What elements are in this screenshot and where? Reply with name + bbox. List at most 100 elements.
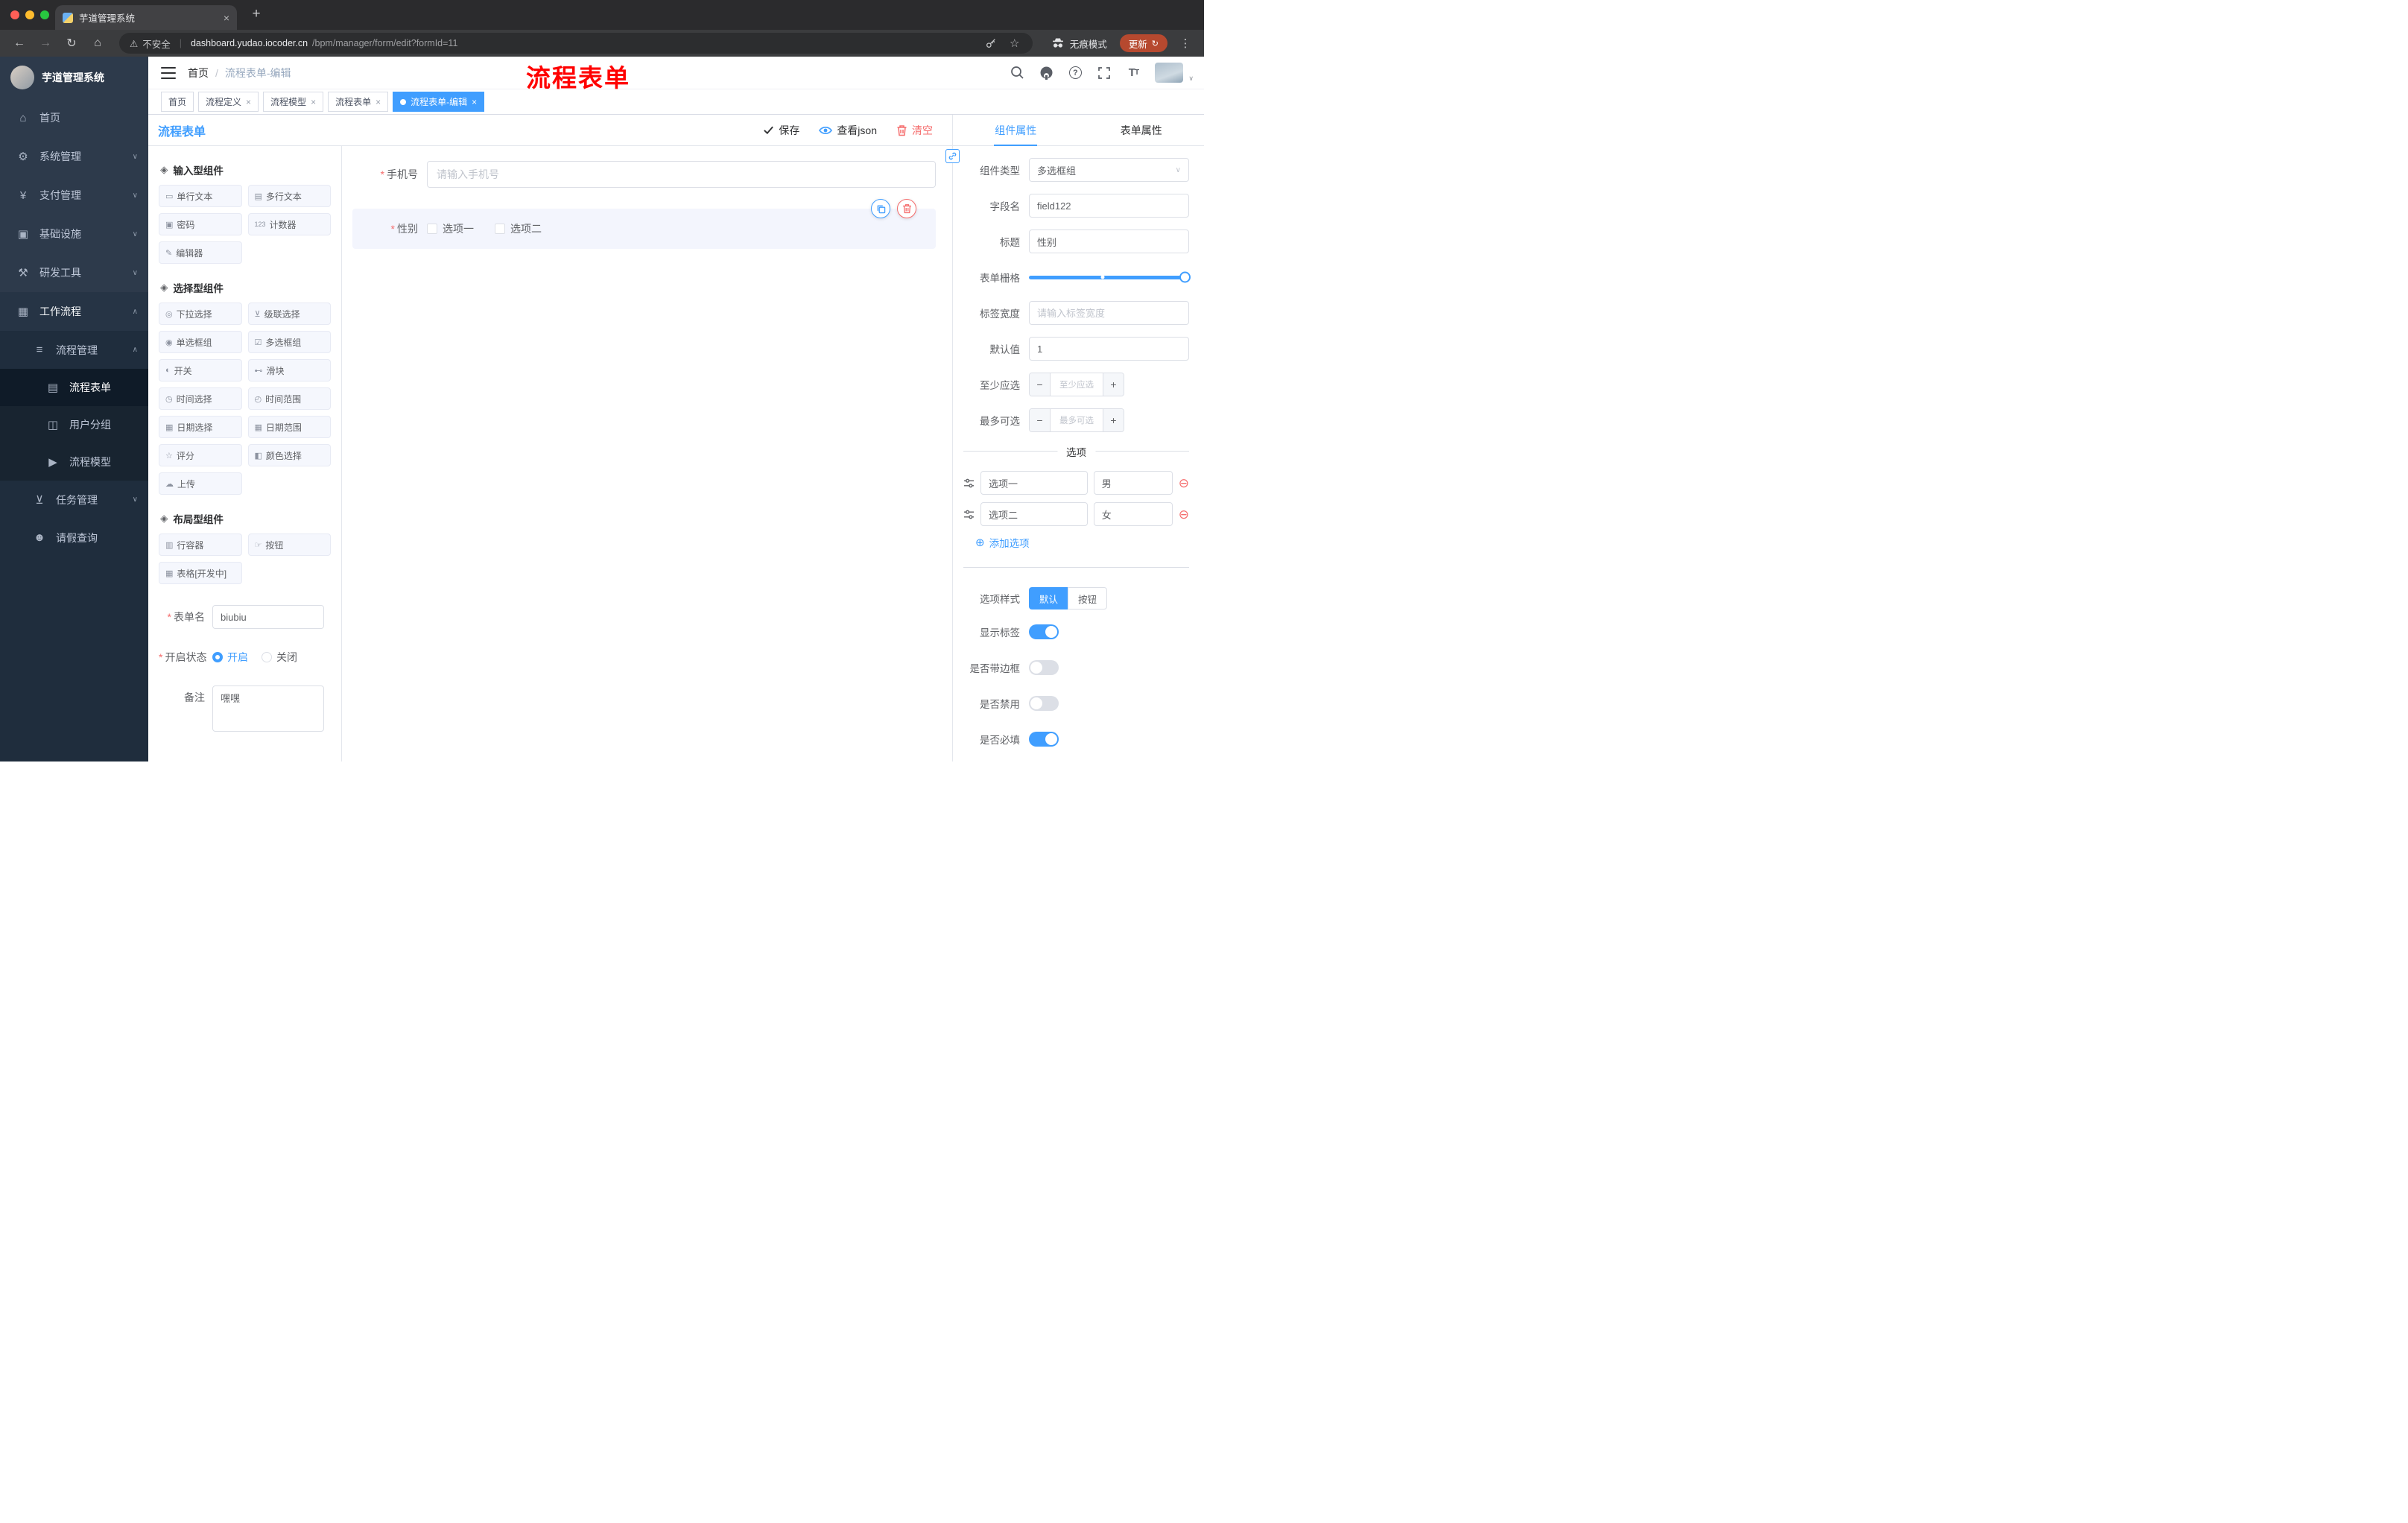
- component-type-select[interactable]: 多选框组 ∨: [1029, 158, 1189, 182]
- sidebar-item-infra[interactable]: ▣ 基础设施 ∨: [0, 215, 148, 253]
- checkbox-box[interactable]: [495, 224, 505, 234]
- palette-item-radio-group[interactable]: ◉ 单选框组: [159, 331, 242, 353]
- form-name-input[interactable]: [212, 605, 324, 629]
- zoom-window-button[interactable]: [40, 10, 49, 19]
- palette-item-dropdown[interactable]: ◎ 下拉选择: [159, 303, 242, 325]
- grid-slider[interactable]: [1029, 265, 1191, 289]
- delete-field-button[interactable]: [897, 199, 916, 218]
- minimize-window-button[interactable]: [25, 10, 34, 19]
- tag-close-icon[interactable]: ×: [472, 97, 477, 107]
- palette-item-upload[interactable]: ☁ 上传: [159, 472, 242, 495]
- minus-button[interactable]: −: [1030, 409, 1051, 431]
- update-button[interactable]: 更新 ↻: [1119, 34, 1167, 52]
- sidebar-item-devtools[interactable]: ⚒ 研发工具 ∨: [0, 253, 148, 292]
- new-tab-button[interactable]: +: [246, 6, 267, 22]
- palette-item-table[interactable]: ▦ 表格[开发中]: [159, 562, 242, 584]
- border-toggle[interactable]: [1029, 660, 1059, 675]
- save-button[interactable]: 保存: [763, 123, 799, 138]
- option-2-name-input[interactable]: [980, 502, 1088, 526]
- disabled-toggle[interactable]: [1029, 696, 1059, 711]
- copy-field-button[interactable]: [871, 199, 890, 218]
- sidebar-item-user-group[interactable]: ◫ 用户分组: [0, 406, 148, 443]
- max-select-value[interactable]: 最多可选: [1051, 409, 1103, 431]
- tag-process-form-edit[interactable]: 流程表单-编辑 ×: [393, 92, 485, 112]
- min-select-value[interactable]: 至少应选: [1051, 373, 1103, 396]
- palette-item-rating[interactable]: ☆ 评分: [159, 444, 242, 466]
- gender-option-1-checkbox[interactable]: 选项一: [427, 221, 474, 236]
- security-label[interactable]: 不安全: [142, 37, 171, 51]
- palette-item-button[interactable]: ☞ 按钮: [247, 533, 331, 556]
- required-toggle[interactable]: [1029, 732, 1059, 747]
- tag-process-model[interactable]: 流程模型 ×: [263, 92, 324, 112]
- form-remark-textarea[interactable]: 嘿嘿: [212, 685, 324, 732]
- plus-button[interactable]: +: [1103, 409, 1124, 431]
- show-label-toggle[interactable]: [1029, 624, 1059, 639]
- palette-item-time-range[interactable]: ◴ 时间范围: [247, 387, 331, 410]
- remove-option-icon[interactable]: ⊖: [1179, 508, 1189, 521]
- browser-tab[interactable]: 芋道管理系统 ×: [55, 5, 237, 30]
- link-icon[interactable]: [945, 149, 960, 163]
- fullscreen-icon[interactable]: [1097, 66, 1112, 80]
- search-icon[interactable]: [1010, 66, 1024, 80]
- sidebar-item-leave-query[interactable]: ☻ 请假查询: [0, 519, 148, 557]
- tag-process-definition[interactable]: 流程定义 ×: [198, 92, 259, 112]
- status-on-radio[interactable]: 开启: [212, 650, 248, 665]
- sidebar-item-process-model[interactable]: ▶ 流程模型: [0, 443, 148, 481]
- status-off-radio[interactable]: 关闭: [262, 650, 297, 665]
- slider-handle[interactable]: [1179, 271, 1191, 283]
- sidebar-item-home[interactable]: ⌂ 首页: [0, 98, 148, 137]
- palette-item-multi-text[interactable]: ▤ 多行文本: [247, 185, 331, 207]
- palette-item-date-picker[interactable]: ▦ 日期选择: [159, 416, 242, 438]
- tag-close-icon[interactable]: ×: [311, 97, 316, 107]
- tag-home[interactable]: 首页: [161, 92, 194, 112]
- avatar[interactable]: [1155, 63, 1184, 83]
- canvas-field-gender-selected[interactable]: 性别 选项一 选项二: [352, 199, 936, 249]
- tab-close-icon[interactable]: ×: [224, 12, 229, 24]
- palette-item-checkbox-group[interactable]: ☑ 多选框组: [247, 331, 331, 353]
- tag-close-icon[interactable]: ×: [246, 97, 251, 107]
- help-icon[interactable]: ?: [1068, 66, 1083, 80]
- label-width-input[interactable]: [1029, 301, 1189, 325]
- tab-component-props[interactable]: 组件属性: [953, 115, 1079, 145]
- field-name-input[interactable]: [1029, 194, 1189, 218]
- reload-icon[interactable]: ↻: [61, 33, 82, 54]
- gender-option-2-checkbox[interactable]: 选项二: [495, 221, 542, 236]
- add-option-button[interactable]: ⊕ 添加选项: [975, 535, 1189, 550]
- clear-button[interactable]: 清空: [896, 123, 933, 138]
- tag-process-form[interactable]: 流程表单 ×: [328, 92, 389, 112]
- checkbox-box[interactable]: [427, 224, 437, 234]
- option-1-name-input[interactable]: [980, 471, 1088, 495]
- palette-item-single-text[interactable]: ▭ 单行文本: [159, 185, 242, 207]
- default-value-input[interactable]: [1029, 337, 1189, 361]
- tab-form-props[interactable]: 表单属性: [1079, 115, 1205, 145]
- palette-item-password[interactable]: ▣ 密码: [159, 213, 242, 235]
- palette-item-editor[interactable]: ✎ 编辑器: [159, 241, 242, 264]
- bookmark-star-icon[interactable]: ☆: [1007, 36, 1022, 51]
- breadcrumb-home[interactable]: 首页: [188, 66, 209, 80]
- browser-menu-icon[interactable]: ⋮: [1179, 37, 1192, 50]
- palette-item-counter[interactable]: 123 计数器: [247, 213, 331, 235]
- sidebar-item-process-mgmt[interactable]: ≡ 流程管理 ∧: [0, 331, 148, 369]
- font-size-icon[interactable]: TT: [1126, 66, 1141, 80]
- palette-item-slider[interactable]: ⊷ 滑块: [247, 359, 331, 381]
- style-button-button[interactable]: 按钮: [1068, 587, 1108, 609]
- remove-option-icon[interactable]: ⊖: [1179, 477, 1189, 490]
- sidebar-item-system[interactable]: ⚙ 系统管理 ∨: [0, 137, 148, 176]
- style-default-button[interactable]: 默认: [1029, 587, 1068, 609]
- plus-button[interactable]: +: [1103, 373, 1124, 396]
- palette-item-row-container[interactable]: ▥ 行容器: [159, 533, 242, 556]
- sidebar-item-workflow[interactable]: ▦ 工作流程 ∧: [0, 292, 148, 331]
- sidebar-item-task-mgmt[interactable]: ⊻ 任务管理 ∨: [0, 481, 148, 519]
- title-input[interactable]: [1029, 229, 1189, 253]
- back-icon[interactable]: ←: [9, 33, 30, 54]
- slider-track[interactable]: [1029, 275, 1189, 279]
- palette-item-color-picker[interactable]: ◧ 颜色选择: [247, 444, 331, 466]
- github-icon[interactable]: [1039, 66, 1054, 80]
- drag-handle-icon[interactable]: [963, 509, 975, 520]
- palette-item-cascader[interactable]: ⊻ 级联选择: [247, 303, 331, 325]
- form-canvas[interactable]: 手机号 性别: [342, 146, 952, 762]
- option-2-value-input[interactable]: [1093, 502, 1173, 526]
- home-icon[interactable]: ⌂: [87, 33, 108, 54]
- password-key-icon[interactable]: [983, 36, 998, 51]
- phone-input[interactable]: [427, 161, 936, 188]
